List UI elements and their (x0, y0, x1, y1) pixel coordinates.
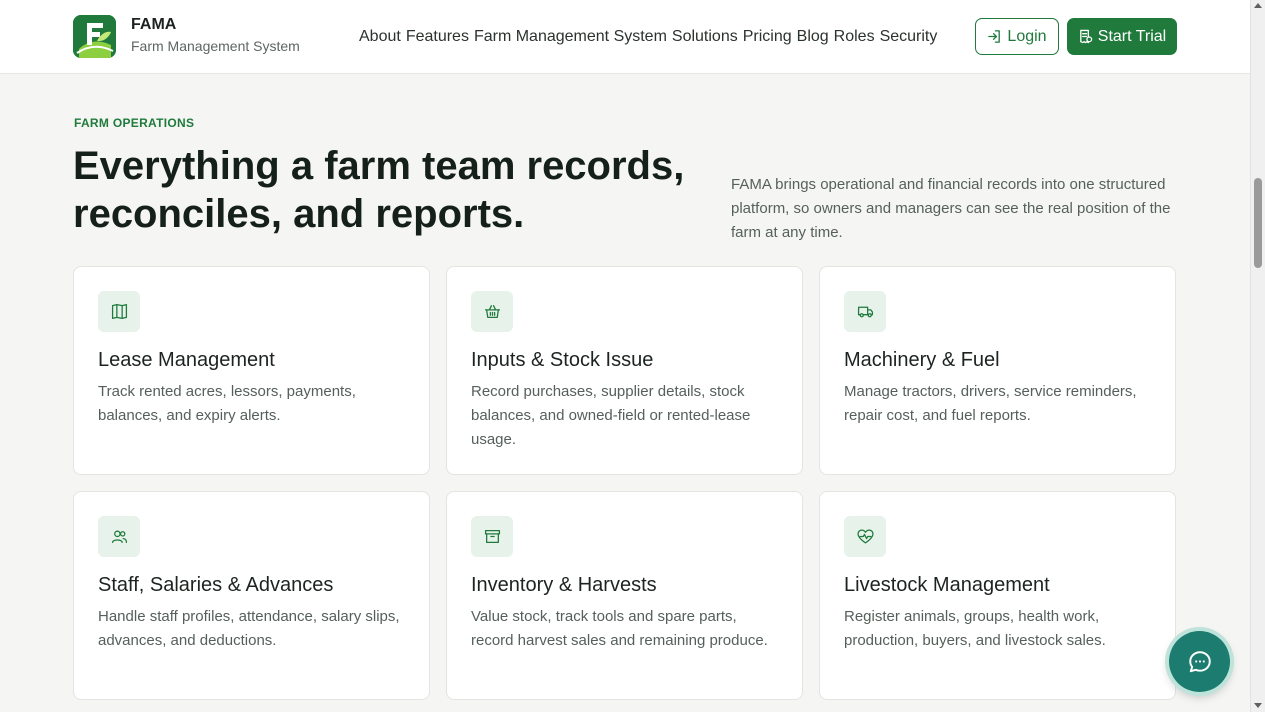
feature-card-title: Inputs & Stock Issue (471, 349, 654, 371)
feature-card-inputs-stock[interactable]: Inputs & Stock Issue Record purchases, s… (446, 266, 803, 475)
brand-subtitle: Farm Management System (131, 38, 300, 54)
section-description: FAMA brings operational and financial re… (731, 176, 1171, 241)
section-eyebrow: FARM OPERATIONS (74, 116, 195, 130)
nav-security[interactable]: Security (880, 28, 938, 46)
start-trial-button[interactable]: Start Trial (1067, 18, 1177, 55)
scroll-down-arrow-icon[interactable] (1254, 703, 1262, 708)
feature-card-title: Inventory & Harvests (471, 574, 657, 596)
truck-icon (857, 306, 873, 318)
login-button[interactable]: Login (975, 18, 1059, 55)
feature-card-description: Value stock, track tools and spare parts… (471, 608, 768, 649)
feature-card-description: Register animals, groups, health work, p… (844, 608, 1106, 649)
nav-roles[interactable]: Roles (834, 28, 875, 46)
feature-card-title: Machinery & Fuel (844, 349, 1000, 371)
feature-card-title: Lease Management (98, 349, 275, 371)
scroll-up-arrow-icon[interactable] (1254, 3, 1262, 8)
chat-bubble-icon (1188, 650, 1211, 672)
feature-card-title: Livestock Management (844, 574, 1050, 596)
feature-card-inventory-harvests[interactable]: Inventory & Harvests Value stock, track … (446, 491, 803, 700)
nav-farm-management-system[interactable]: Farm Management System (474, 28, 667, 46)
brand-name[interactable]: FAMA (131, 16, 176, 34)
site-header: FAMA Farm Management System About Featur… (0, 0, 1250, 74)
map-icon (111, 303, 127, 320)
receipt-icon (1079, 29, 1093, 44)
feature-card-staff-salaries[interactable]: Staff, Salaries & Advances Handle staff … (73, 491, 430, 700)
feature-card-livestock[interactable]: Livestock Management Register animals, g… (819, 491, 1176, 700)
users-icon (111, 530, 127, 543)
scrollbar-thumb[interactable] (1254, 178, 1262, 268)
login-icon (988, 30, 1001, 43)
section-title-line-2: reconciles, and reports. (73, 192, 525, 236)
feature-icon-box (844, 291, 886, 332)
feature-card-machinery-fuel[interactable]: Machinery & Fuel Manage tractors, driver… (819, 266, 1176, 475)
feature-card-description: Handle staff profiles, attendance, salar… (98, 608, 400, 649)
section-title-line-1: Everything a farm team records, (73, 144, 685, 188)
main-nav: About Features Farm Management System So… (359, 28, 942, 46)
feature-card-description: Record purchases, supplier details, stoc… (471, 383, 751, 448)
feature-icon-box (98, 516, 140, 557)
nav-pricing[interactable]: Pricing (743, 28, 792, 46)
nav-about[interactable]: About (359, 28, 401, 46)
feature-icon-box (98, 291, 140, 332)
page: FAMA Farm Management System About Featur… (0, 0, 1250, 712)
feature-card-description: Track rented acres, lessors, payments, b… (98, 383, 356, 424)
section-title: Everything a farm team records, reconcil… (73, 142, 713, 238)
feature-card-title: Staff, Salaries & Advances (98, 574, 334, 596)
login-label: Login (1007, 27, 1047, 45)
heart-pulse-icon (856, 529, 874, 544)
feature-card-lease-management[interactable]: Lease Management Track rented acres, les… (73, 266, 430, 475)
feature-icon-box (844, 516, 886, 557)
vertical-scrollbar[interactable] (1250, 0, 1265, 712)
feature-icon-box (471, 291, 513, 332)
basket-icon (484, 305, 500, 318)
nav-blog[interactable]: Blog (797, 28, 829, 46)
archive-icon (484, 530, 500, 543)
start-trial-label: Start Trial (1097, 27, 1167, 45)
nav-features[interactable]: Features (406, 28, 469, 46)
feature-icon-box (471, 516, 513, 557)
leaf-logo-icon (73, 15, 116, 58)
fama-logo[interactable] (73, 15, 116, 58)
feature-card-description: Manage tractors, drivers, service remind… (844, 383, 1137, 424)
chat-widget-button[interactable] (1169, 631, 1230, 692)
nav-solutions[interactable]: Solutions (672, 28, 738, 46)
